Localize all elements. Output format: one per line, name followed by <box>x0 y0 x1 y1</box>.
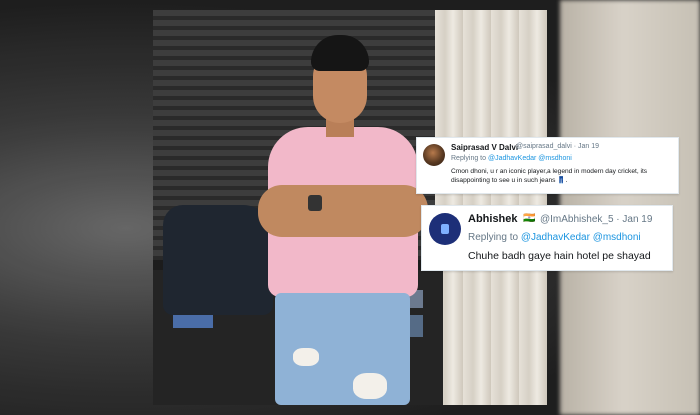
tweet-author-name[interactable]: Saiprasad V Dalvi <box>451 143 518 152</box>
mention-link[interactable]: @msdhoni <box>538 155 572 162</box>
mention-link[interactable]: @msdhoni <box>593 232 641 243</box>
wristwatch <box>308 195 322 211</box>
tweet-card[interactable]: Abhishek 🇮🇳 @ImAbhishek_5 · Jan 19 Reply… <box>421 205 673 271</box>
jeans-emoji-icon: 👖 <box>557 177 566 184</box>
hair <box>311 35 369 71</box>
tweet-handle-date[interactable]: @ImAbhishek_5 · Jan 19 <box>540 214 652 225</box>
jeans-rip <box>293 348 319 366</box>
tweet-text: Chuhe badh gaye hain hotel pe shayad <box>468 250 651 262</box>
mention-link[interactable]: @JadhavKedar <box>488 155 536 162</box>
mention-link[interactable]: @JadhavKedar <box>521 232 590 243</box>
tweet-text: Cmon dhoni, u r an iconic player,a legen… <box>451 168 648 184</box>
replying-to-label: Replying to <box>468 232 521 243</box>
replying-to: Replying to @JadhavKedar @msdhoni <box>468 232 641 243</box>
replying-to-label: Replying to <box>451 155 488 162</box>
ripped-jeans <box>275 293 410 405</box>
crossed-arms <box>258 185 428 237</box>
avatar[interactable] <box>423 144 445 166</box>
tweet-card[interactable]: Saiprasad V Dalvi @saiprasad_dalvi · Jan… <box>416 137 679 194</box>
jeans-rip <box>353 373 387 399</box>
replying-to: Replying to @JadhavKedar @msdhoni <box>451 155 572 162</box>
person <box>253 35 433 405</box>
tweet-text-content: Cmon dhoni, u r an iconic player,a legen… <box>451 168 648 184</box>
tweet-handle-date[interactable]: @saiprasad_dalvi · Jan 19 <box>516 143 599 150</box>
avatar[interactable] <box>429 213 461 245</box>
india-flag-icon: 🇮🇳 <box>523 213 536 224</box>
tweet-author-name[interactable]: Abhishek <box>468 213 518 225</box>
